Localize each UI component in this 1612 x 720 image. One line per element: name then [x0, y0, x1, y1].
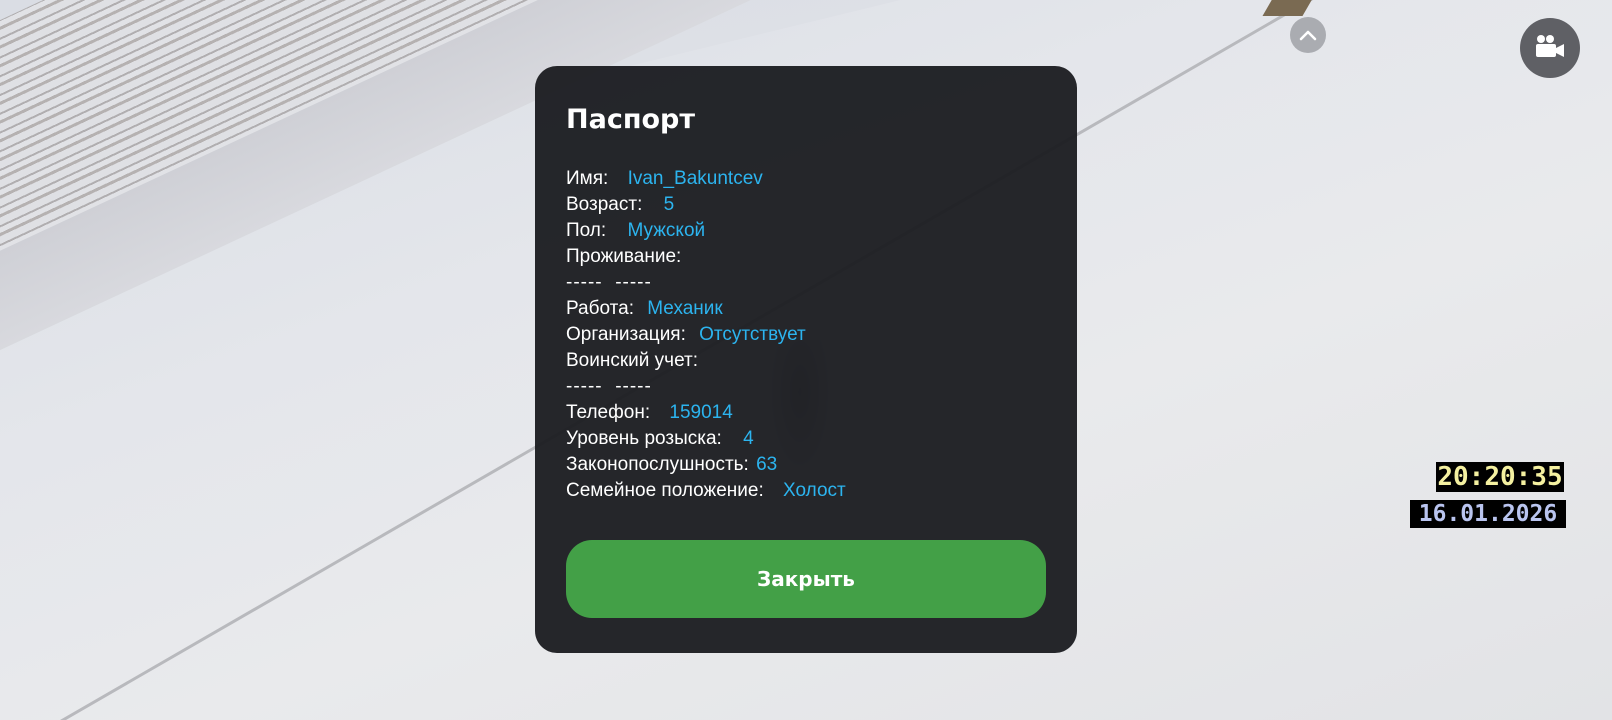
close-button[interactable]: Закрыть	[566, 540, 1046, 618]
field-label: Возраст:	[566, 194, 643, 215]
field-organization: Организация: Отсутствует	[566, 322, 1046, 348]
field-military: Воинский учет:	[566, 348, 1046, 374]
field-job: Работа: Механик	[566, 296, 1046, 322]
field-value: Мужской	[627, 220, 706, 241]
field-name: Имя: Ivan_Bakuntcev	[566, 166, 1046, 192]
field-military-value: ----- -----	[566, 374, 1046, 400]
field-value: 4	[743, 428, 754, 449]
field-age: Возраст: 5	[566, 192, 1046, 218]
passport-fields: Имя: Ivan_Bakuntcev Возраст: 5 Пол: Мужс…	[566, 166, 1046, 504]
field-phone: Телефон: 159014	[566, 400, 1046, 426]
field-value: ----- -----	[566, 272, 652, 293]
dialog-title: Паспорт	[566, 104, 696, 135]
passport-dialog: Паспорт Имя: Ivan_Bakuntcev Возраст: 5 П…	[535, 66, 1077, 653]
field-label: Проживание:	[566, 246, 682, 267]
field-value: 159014	[669, 402, 733, 423]
video-camera-icon	[1533, 33, 1567, 63]
field-value: Отсутствует	[699, 324, 806, 345]
chevron-up-icon	[1299, 26, 1317, 45]
field-value: Холост	[783, 480, 846, 501]
field-label: Работа:	[566, 298, 634, 319]
field-value: ----- -----	[566, 376, 652, 397]
field-label: Законопослушность:	[566, 454, 749, 475]
field-label: Имя:	[566, 168, 609, 189]
field-label: Телефон:	[566, 402, 651, 423]
field-residence: Проживание:	[566, 244, 1046, 270]
field-label: Воинский учет:	[566, 350, 698, 371]
game-scene: 20:20:35 16.01.2026 Паспорт Имя: Ivan_Ba…	[0, 0, 1612, 720]
field-label: Уровень розыска:	[566, 428, 722, 449]
field-value: 63	[756, 454, 778, 475]
field-value: Ivan_Bakuntcev	[627, 168, 763, 189]
field-lawfulness: Законопослушность: 63	[566, 452, 1046, 478]
game-clock: 20:20:35	[1436, 462, 1564, 492]
field-label: Организация:	[566, 324, 686, 345]
field-label: Пол:	[566, 220, 607, 241]
field-residence-value: ----- -----	[566, 270, 1046, 296]
field-value: Механик	[647, 298, 723, 319]
field-marital-status: Семейное положение: Холост	[566, 478, 1046, 504]
field-value: 5	[663, 194, 675, 215]
collapse-button[interactable]	[1290, 17, 1326, 53]
field-wanted-level: Уровень розыска: 4	[566, 426, 1046, 452]
game-date: 16.01.2026	[1410, 500, 1566, 528]
world-prop	[1262, 0, 1318, 16]
field-sex: Пол: Мужской	[566, 218, 1046, 244]
field-label: Семейное положение:	[566, 480, 764, 501]
camera-button[interactable]	[1520, 18, 1580, 78]
